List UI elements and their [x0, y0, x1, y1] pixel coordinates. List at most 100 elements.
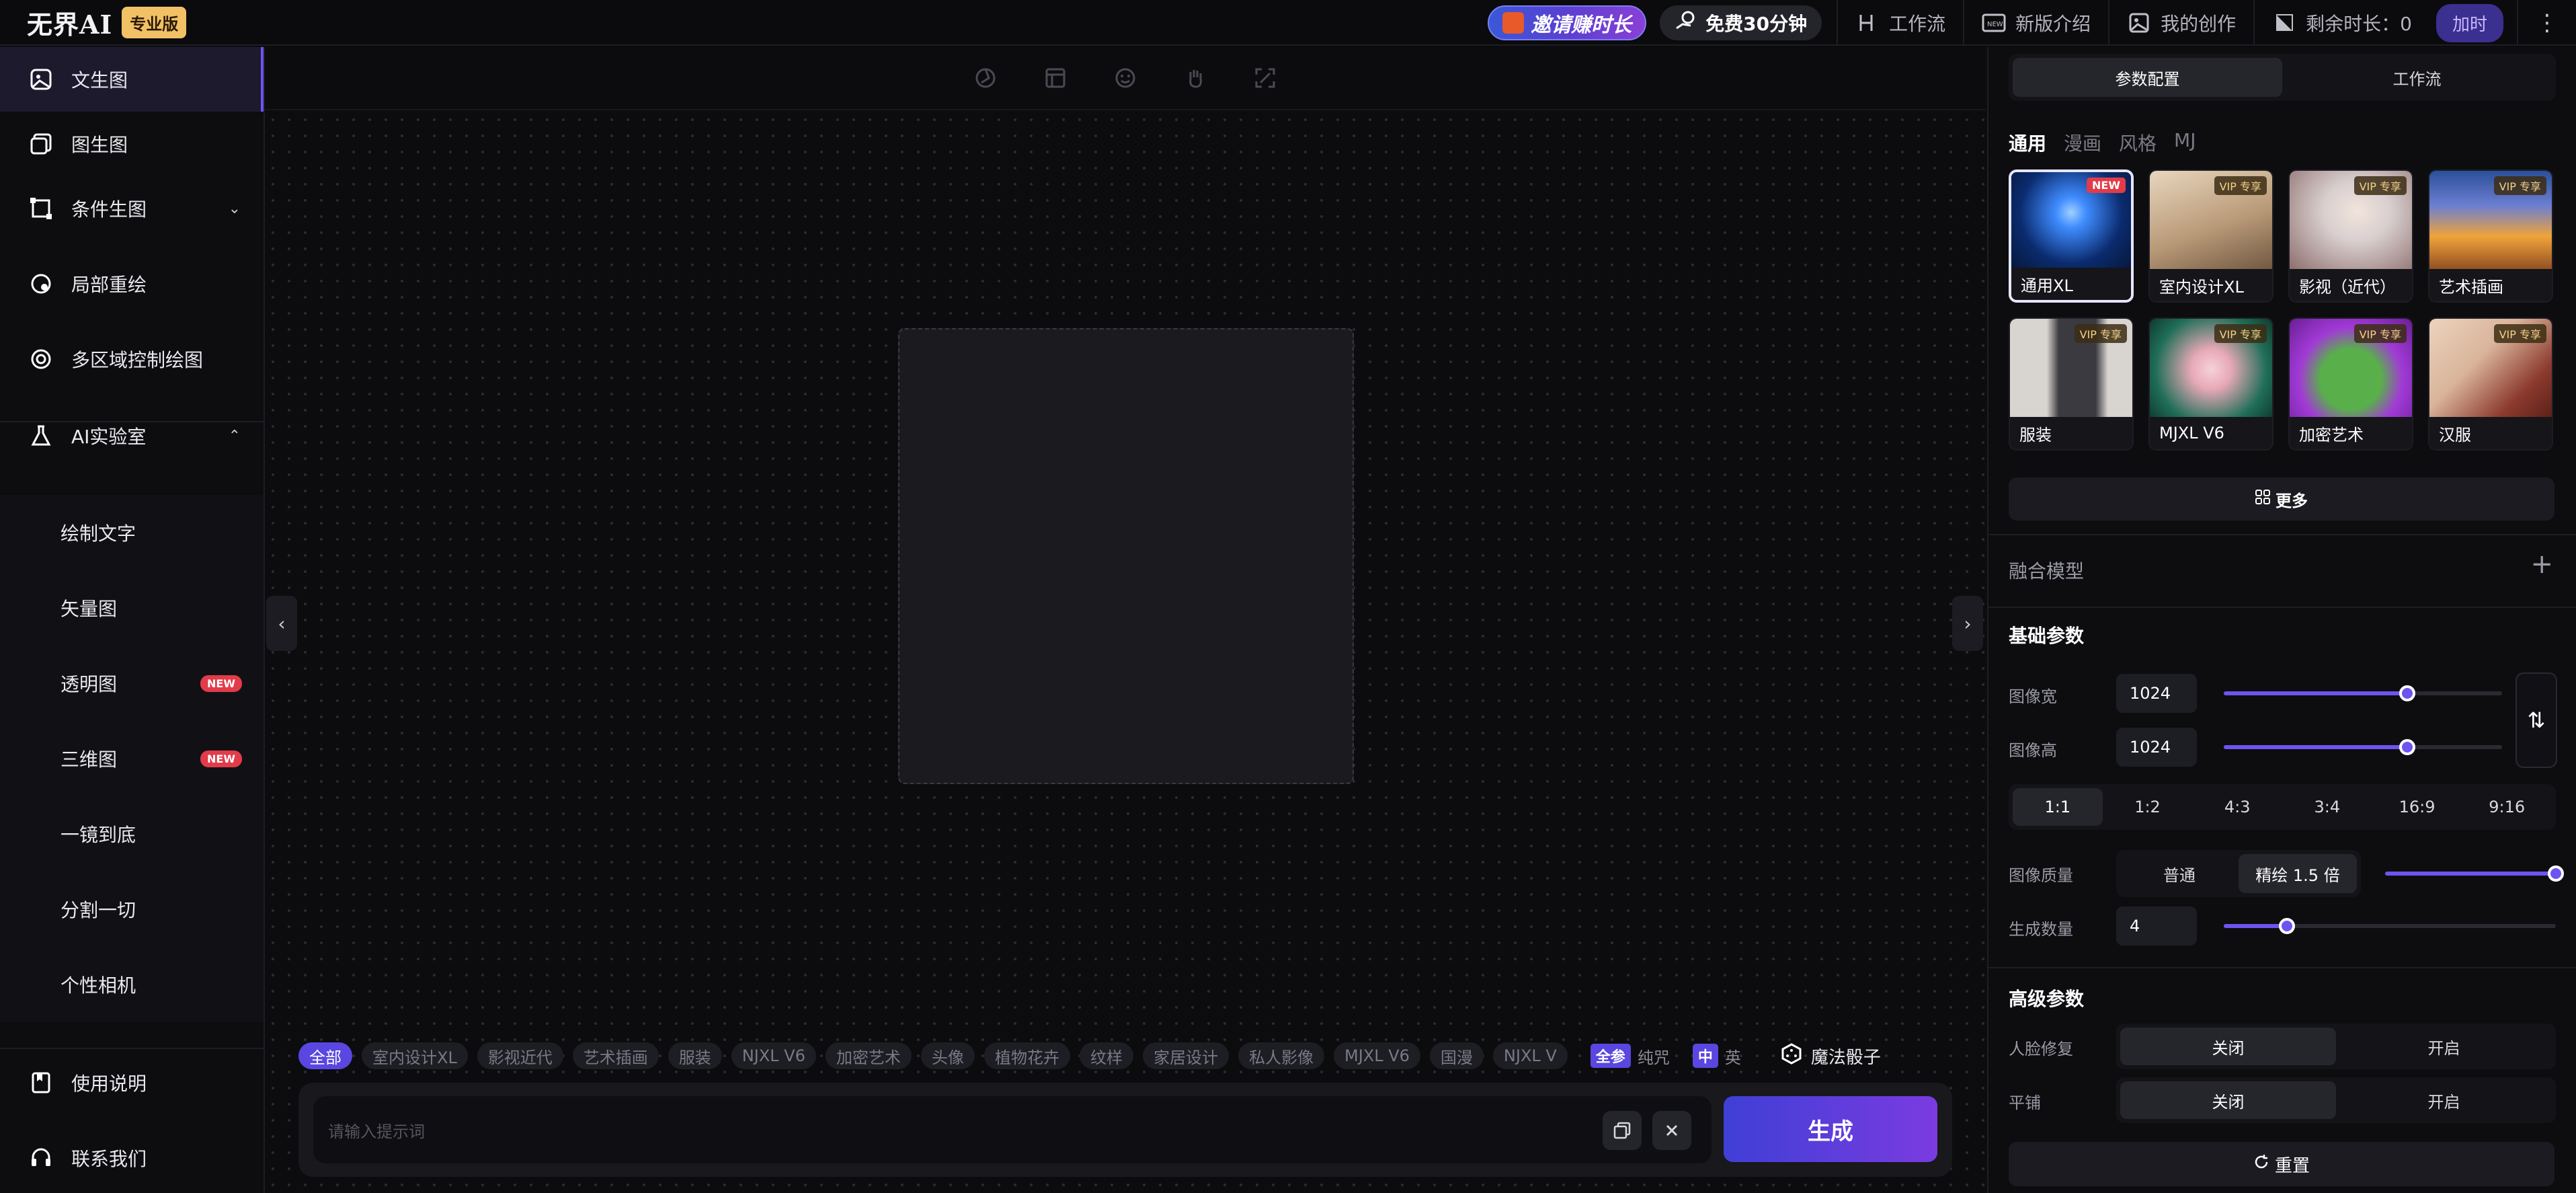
width-slider-knob[interactable] — [2399, 685, 2416, 701]
style-tag[interactable]: 影视近代 — [477, 1042, 563, 1069]
style-tag[interactable]: 头像 — [920, 1042, 975, 1069]
lab-item-vector[interactable]: 矢量图 — [0, 570, 264, 646]
style-tag[interactable]: 室内设计XL — [362, 1042, 468, 1069]
style-tag[interactable]: 植物花卉 — [983, 1042, 1070, 1069]
style-tag[interactable]: 全部 — [298, 1042, 352, 1069]
hand-icon[interactable] — [1182, 65, 1209, 91]
clear-icon[interactable] — [1652, 1111, 1691, 1150]
model-card[interactable]: VIP 专享 艺术插画 — [2428, 169, 2553, 303]
ratio-option[interactable]: 1:2 — [2103, 788, 2193, 826]
height-slider-knob[interactable] — [2399, 739, 2416, 755]
prompt-input[interactable]: 请输入提示词 — [313, 1096, 1712, 1163]
recharge-button[interactable]: 加时 — [2436, 3, 2503, 42]
image-placeholder-frame[interactable] — [898, 328, 1354, 784]
images-icon — [28, 131, 54, 157]
chevron-up-icon[interactable]: ⌃ — [229, 428, 241, 445]
tile-off[interactable]: 关闭 — [2120, 1081, 2336, 1119]
model-card[interactable]: VIP 专享 室内设计XL — [2148, 169, 2273, 303]
face-fix-off[interactable]: 关闭 — [2120, 1028, 2336, 1065]
copy-icon[interactable] — [1603, 1111, 1642, 1150]
height-input[interactable]: 1024 — [2116, 728, 2197, 767]
style-tag[interactable]: 国漫 — [1429, 1042, 1484, 1069]
quality-slider-knob[interactable] — [2548, 865, 2564, 882]
count-slider[interactable] — [2224, 918, 2556, 934]
style-tag[interactable]: 私人影像 — [1238, 1042, 1324, 1069]
style-tag[interactable]: 服装 — [668, 1042, 722, 1069]
logo[interactable]: 无界AI 专业版 — [27, 4, 187, 41]
style-tag[interactable]: 纹样 — [1079, 1042, 1133, 1069]
reset-button[interactable]: 重置 — [2009, 1142, 2554, 1186]
sidebar-item-inpaint[interactable]: 局部重绘 — [0, 252, 264, 316]
style-tag[interactable]: 加密艺术 — [825, 1042, 912, 1069]
new-version-link[interactable]: NEW 新版介绍 — [1963, 0, 2108, 46]
quality-option[interactable]: 普通 — [2120, 854, 2239, 893]
ratio-option[interactable]: 4:3 — [2192, 788, 2282, 826]
workflow-link[interactable]: 工作流 — [1837, 0, 1963, 46]
model-card[interactable]: NEW 通用XL — [2009, 169, 2134, 303]
layout-icon[interactable] — [1042, 65, 1069, 91]
aperture-icon[interactable] — [972, 65, 999, 91]
lab-item-draw-text[interactable]: 绘制文字 — [0, 495, 264, 570]
ratio-option[interactable]: 1:1 — [2013, 788, 2103, 826]
sidebar: 文生图 图生图 条件生图 ⌄ 局部重绘 多区域控制绘图 AI实验室 ⌃ 绘制文字 — [0, 47, 265, 1193]
add-icon[interactable]: + — [2530, 549, 2553, 580]
model-card[interactable]: VIP 专享 加密艺术 — [2288, 317, 2413, 451]
my-creations-link[interactable]: 我的创作 — [2108, 0, 2253, 46]
style-tag[interactable]: NJXL V6 — [731, 1042, 816, 1069]
fullscreen-icon[interactable] — [1252, 65, 1279, 91]
count-input[interactable]: 4 — [2116, 907, 2197, 946]
magic-dice-button[interactable]: 魔法骰子 — [1780, 1042, 1881, 1070]
model-card[interactable]: VIP 专享 MJXL V6 — [2148, 317, 2273, 451]
face-fix-on[interactable]: 开启 — [2336, 1028, 2552, 1065]
model-tab[interactable]: 漫画 — [2064, 129, 2101, 156]
style-tag[interactable]: 艺术插画 — [572, 1042, 659, 1069]
sidebar-item-conditional[interactable]: 条件生图 ⌄ — [0, 176, 264, 241]
ratio-option[interactable]: 16:9 — [2372, 788, 2462, 826]
quality-option[interactable]: 精绘 1.5 倍 — [2239, 854, 2357, 893]
width-slider[interactable] — [2224, 685, 2502, 701]
style-tag[interactable]: 家居设计 — [1142, 1042, 1229, 1069]
tab-workflow[interactable]: 工作流 — [2282, 58, 2552, 97]
swap-dimensions-icon[interactable]: ⇅ — [2515, 672, 2557, 768]
sidebar-item-image-to-image[interactable]: 图生图 — [0, 112, 264, 176]
more-models-button[interactable]: 更多 — [2009, 477, 2554, 521]
more-menu-icon[interactable]: ⋮ — [2517, 0, 2576, 46]
model-tab[interactable]: 风格 — [2119, 129, 2157, 156]
chevron-down-icon[interactable]: ⌄ — [229, 200, 241, 217]
model-tab[interactable]: MJ — [2174, 129, 2196, 156]
collapse-right-icon[interactable]: › — [1952, 596, 1983, 651]
time-icon — [2272, 11, 2296, 35]
count-slider-knob[interactable] — [2278, 918, 2295, 934]
sidebar-item-multi-region[interactable]: 多区域控制绘图 — [0, 327, 264, 391]
tile-on[interactable]: 开启 — [2336, 1081, 2552, 1119]
vip-badge: VIP 专享 — [2214, 176, 2267, 195]
lab-item-3d[interactable]: 三维图 NEW — [0, 721, 264, 796]
sidebar-item-help[interactable]: 使用说明 — [0, 1050, 264, 1115]
invite-button[interactable]: 邀请赚时长 — [1488, 5, 1647, 40]
quality-slider[interactable] — [2385, 865, 2564, 882]
lab-item-camera[interactable]: 个性相机 — [0, 947, 264, 1022]
generate-button[interactable]: 生成 — [1724, 1096, 1937, 1162]
free-time-button[interactable]: 免费30分钟 — [1660, 5, 1822, 40]
ratio-option[interactable]: 3:4 — [2282, 788, 2372, 826]
model-card[interactable]: VIP 专享 服装 — [2009, 317, 2134, 451]
style-tag[interactable]: NJXL V — [1492, 1042, 1568, 1069]
mode-toggle[interactable]: 全参 纯咒 — [1590, 1044, 1670, 1068]
face-icon[interactable] — [1112, 65, 1139, 91]
ratio-option[interactable]: 9:16 — [2462, 788, 2552, 826]
model-tab[interactable]: 通用 — [2009, 129, 2046, 156]
sidebar-item-contact[interactable]: 联系我们 — [0, 1126, 264, 1190]
model-card[interactable]: VIP 专享 影视（近代） — [2288, 169, 2413, 303]
lab-item-transparent[interactable]: 透明图 NEW — [0, 646, 264, 721]
language-toggle[interactable]: 中 英 — [1692, 1044, 1741, 1068]
lab-item-one-take[interactable]: 一镜到底 — [0, 796, 264, 872]
collapse-left-icon[interactable]: ‹ — [266, 596, 297, 651]
height-slider[interactable] — [2224, 739, 2502, 755]
tab-params[interactable]: 参数配置 — [2013, 58, 2282, 97]
model-card[interactable]: VIP 专享 汉服 — [2428, 317, 2553, 451]
sidebar-item-text-to-image[interactable]: 文生图 — [0, 47, 264, 112]
sidebar-item-ai-lab[interactable]: AI实验室 ⌃ — [0, 403, 264, 468]
style-tag[interactable]: MJXL V6 — [1333, 1042, 1420, 1069]
width-input[interactable]: 1024 — [2116, 674, 2197, 713]
lab-item-segment[interactable]: 分割一切 — [0, 872, 264, 947]
